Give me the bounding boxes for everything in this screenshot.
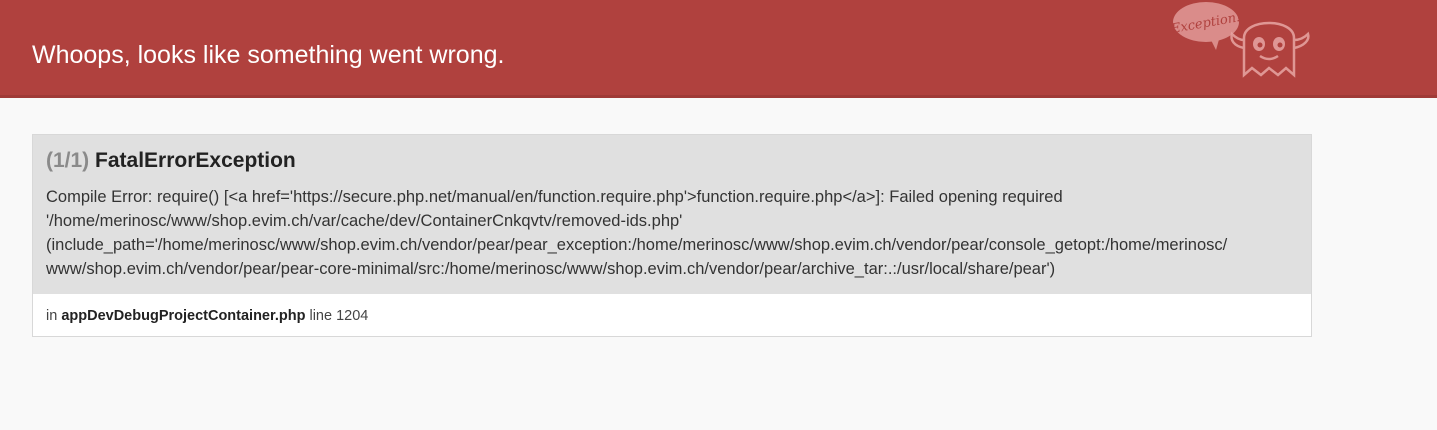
exception-message-line: www/shop.evim.ch/vendor/pear/pear-core-m… (46, 260, 1056, 278)
exception-message: Compile Error: require() [<a href='https… (46, 185, 1298, 281)
exception-counter: (1/1) (46, 149, 90, 172)
page-title: Whoops, looks like something went wrong. (32, 40, 505, 69)
exception-class-name: FatalErrorException (95, 149, 296, 172)
exception-panel: (1/1) FatalErrorException Compile Error:… (32, 134, 1312, 337)
exception-message-line: Compile Error: require() [<a href='https… (46, 188, 1063, 206)
exception-title: (1/1) FatalErrorException (46, 147, 1298, 175)
exception-message-line: '/home/merinosc/www/shop.evim.ch/var/cac… (46, 212, 683, 230)
error-header: Whoops, looks like something went wrong.… (0, 0, 1437, 98)
exception-location: in appDevDebugProjectContainer.php line … (33, 294, 1311, 336)
exception-message-line: (include_path='/home/merinosc/www/shop.e… (46, 236, 1228, 254)
location-prefix: in (46, 308, 58, 324)
location-file: appDevDebugProjectContainer.php (61, 308, 306, 324)
ghost-logo-icon: Exception! (1170, 2, 1310, 78)
location-line: line 1204 (309, 308, 369, 324)
exception-header: (1/1) FatalErrorException Compile Error:… (33, 135, 1311, 294)
